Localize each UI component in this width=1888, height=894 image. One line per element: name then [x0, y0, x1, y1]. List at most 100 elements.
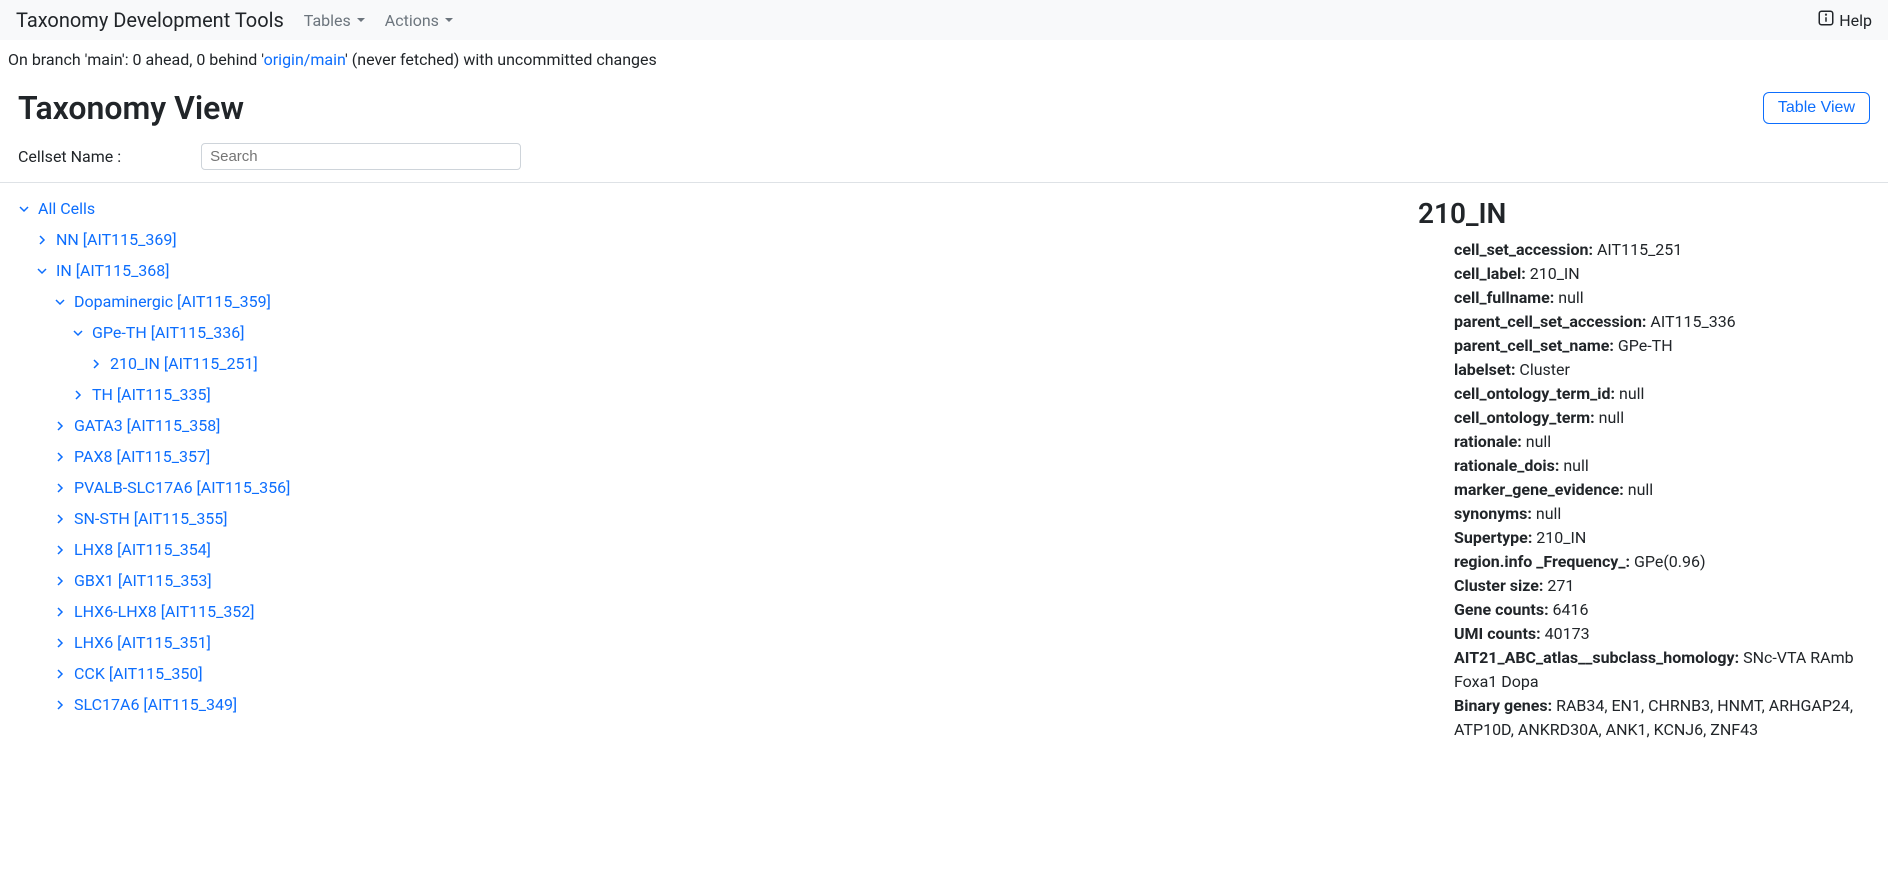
tree-node-label: Dopaminergic [AIT115_359] [74, 292, 271, 311]
tree-node[interactable]: GATA3 [AIT115_358] [54, 410, 1380, 441]
detail-field-key: rationale_dois: [1454, 456, 1559, 475]
detail-field: labelset: Cluster [1454, 358, 1868, 382]
chevron-right-icon[interactable] [54, 606, 66, 618]
tree-node-label: 210_IN [AIT115_251] [110, 354, 258, 373]
detail-field-key: synonyms: [1454, 504, 1532, 523]
nav-menu-tables[interactable]: Tables [304, 11, 365, 30]
detail-field-value: AIT115_336 [1646, 312, 1735, 331]
tree-node[interactable]: CCK [AIT115_350] [54, 658, 1380, 689]
tree-node[interactable]: IN [AIT115_368] [36, 255, 1380, 286]
tree-node[interactable]: GPe-TH [AIT115_336] [72, 317, 1380, 348]
page-title: Taxonomy View [18, 89, 244, 127]
detail-field: rationale: null [1454, 430, 1868, 454]
chevron-right-icon[interactable] [54, 420, 66, 432]
detail-field-key: parent_cell_set_accession: [1454, 312, 1646, 331]
detail-field-value: GPe-TH [1614, 336, 1673, 355]
detail-field-key: rationale: [1454, 432, 1522, 451]
detail-field-value: null [1624, 480, 1653, 499]
branch-remote-link[interactable]: origin/main [264, 50, 345, 69]
tree-node-label: All Cells [38, 199, 95, 218]
table-view-button[interactable]: Table View [1763, 92, 1870, 124]
tree-node[interactable]: TH [AIT115_335] [72, 379, 1380, 410]
detail-field-value: null [1532, 504, 1561, 523]
detail-field-value: null [1554, 288, 1583, 307]
chevron-down-icon[interactable] [54, 296, 66, 308]
detail-field-key: AIT21_ABC_atlas__subclass_homology: [1454, 648, 1739, 667]
tree-node-label: PAX8 [AIT115_357] [74, 447, 210, 466]
tree-node[interactable]: SN-STH [AIT115_355] [54, 503, 1380, 534]
chevron-right-icon[interactable] [54, 513, 66, 525]
chevron-down-icon[interactable] [72, 327, 84, 339]
chevron-right-icon[interactable] [54, 637, 66, 649]
detail-field: Cluster size: 271 [1454, 574, 1868, 598]
detail-field-key: parent_cell_set_name: [1454, 336, 1614, 355]
help-link[interactable]: Help [1817, 9, 1872, 31]
tree-pane[interactable]: All Cells NN [AIT115_369] IN [AIT115_368] D… [0, 183, 1388, 742]
tree-node[interactable]: PAX8 [AIT115_357] [54, 441, 1380, 472]
detail-field: Supertype: 210_IN [1454, 526, 1868, 550]
detail-field-value: 6416 [1549, 600, 1589, 619]
chevron-right-icon[interactable] [90, 358, 102, 370]
detail-field-key: cell_fullname: [1454, 288, 1554, 307]
detail-field-value: Cluster [1515, 360, 1570, 379]
detail-field-value: 210_IN [1532, 528, 1586, 547]
brand: Taxonomy Development Tools [16, 8, 284, 32]
tree-node[interactable]: LHX6 [AIT115_351] [54, 627, 1380, 658]
chevron-down-icon [445, 18, 453, 22]
tree-node[interactable]: Dopaminergic [AIT115_359] [54, 286, 1380, 317]
chevron-down-icon[interactable] [18, 203, 30, 215]
search-row: Cellset Name : [0, 137, 1888, 182]
chevron-right-icon[interactable] [36, 234, 48, 246]
detail-field-key: labelset: [1454, 360, 1515, 379]
detail-field-value: 40173 [1541, 624, 1590, 643]
detail-title: 210_IN [1418, 197, 1868, 230]
search-label: Cellset Name : [18, 147, 121, 166]
detail-field-key: UMI counts: [1454, 624, 1541, 643]
detail-field-value: null [1615, 384, 1644, 403]
detail-field: region.info _Frequency_: GPe(0.96) [1454, 550, 1868, 574]
detail-field-key: Cluster size: [1454, 576, 1543, 595]
branch-status-bar: On branch 'main': 0 ahead, 0 behind 'ori… [0, 40, 1888, 79]
detail-field-value: 210_IN [1526, 264, 1580, 283]
detail-field-list: cell_set_accession: AIT115_251 cell_label… [1418, 238, 1868, 742]
tree-node-label: LHX6-LHX8 [AIT115_352] [74, 602, 255, 621]
tree-node[interactable]: 210_IN [AIT115_251] [90, 348, 1380, 379]
chevron-right-icon[interactable] [54, 451, 66, 463]
chevron-right-icon[interactable] [54, 482, 66, 494]
chevron-right-icon[interactable] [72, 389, 84, 401]
detail-field-key: cell_ontology_term_id: [1454, 384, 1615, 403]
detail-field: parent_cell_set_accession: AIT115_336 [1454, 310, 1868, 334]
detail-field-key: cell_label: [1454, 264, 1526, 283]
branch-suffix: ' (never fetched) with uncommitted chang… [345, 50, 657, 69]
detail-field: UMI counts: 40173 [1454, 622, 1868, 646]
nav-menu-actions[interactable]: Actions [385, 11, 453, 30]
tree-node-label: SLC17A6 [AIT115_349] [74, 695, 237, 714]
chevron-right-icon[interactable] [54, 575, 66, 587]
tree-node-label: IN [AIT115_368] [56, 261, 170, 280]
tree-node-label: PVALB-SLC17A6 [AIT115_356] [74, 478, 290, 497]
tree-node[interactable]: All Cells [18, 193, 1380, 224]
tree-node[interactable]: SLC17A6 [AIT115_349] [54, 689, 1380, 720]
detail-field: cell_set_accession: AIT115_251 [1454, 238, 1868, 262]
chevron-down-icon[interactable] [36, 265, 48, 277]
tree-node[interactable]: PVALB-SLC17A6 [AIT115_356] [54, 472, 1380, 503]
tree-node[interactable]: GBX1 [AIT115_353] [54, 565, 1380, 596]
detail-field-key: region.info _Frequency_: [1454, 552, 1630, 571]
detail-field: rationale_dois: null [1454, 454, 1868, 478]
tree-node[interactable]: LHX8 [AIT115_354] [54, 534, 1380, 565]
chevron-right-icon[interactable] [54, 668, 66, 680]
detail-field: cell_fullname: null [1454, 286, 1868, 310]
main-split: All Cells NN [AIT115_369] IN [AIT115_368] D… [0, 182, 1888, 742]
detail-field-value: null [1559, 456, 1588, 475]
search-input[interactable] [201, 143, 521, 170]
tree-node[interactable]: NN [AIT115_369] [36, 224, 1380, 255]
branch-prefix: On branch 'main': 0 ahead, 0 behind ' [8, 50, 264, 69]
detail-field-key: cell_set_accession: [1454, 240, 1593, 259]
navbar: Taxonomy Development Tools Tables Action… [0, 0, 1888, 40]
tree-node[interactable]: LHX6-LHX8 [AIT115_352] [54, 596, 1380, 627]
detail-field: cell_ontology_term_id: null [1454, 382, 1868, 406]
chevron-right-icon[interactable] [54, 544, 66, 556]
chevron-right-icon[interactable] [54, 699, 66, 711]
detail-field: AIT21_ABC_atlas__subclass_homology: SNc-… [1454, 646, 1868, 694]
tree-node-label: NN [AIT115_369] [56, 230, 177, 249]
